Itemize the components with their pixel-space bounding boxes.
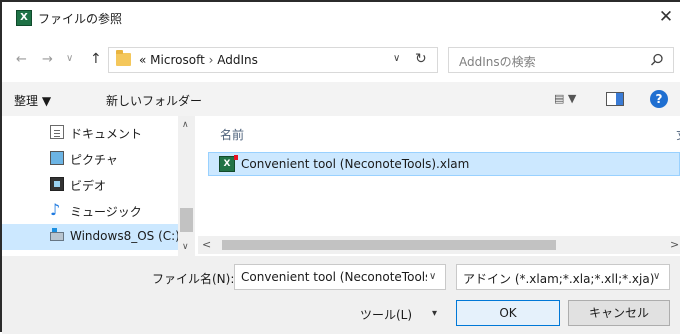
filename-label: ファイル名(N): <box>152 272 235 286</box>
refresh-icon: ↻ <box>415 51 427 67</box>
excel-app-icon: X <box>16 10 32 26</box>
file-browse-dialog: X ファイルの参照 ✕ ← → ∨ ↑ « Microsoft › AddIns… <box>0 0 680 334</box>
address-dropdown-button[interactable]: ∨ <box>393 53 400 64</box>
chevron-left-icon: < <box>202 238 212 251</box>
back-button[interactable]: ← <box>16 52 27 67</box>
sidebar-item-videos[interactable]: ビデオ <box>2 172 178 198</box>
videos-icon <box>50 177 64 191</box>
file-row[interactable]: X Convenient tool (NeconoteTools).xlam <box>208 152 680 176</box>
filename-combobox[interactable]: Convenient tool (NeconoteTools).xlam ∨ <box>234 264 446 290</box>
up-folder-button[interactable]: ↑ <box>90 51 102 67</box>
horizontal-scroll-thumb[interactable] <box>222 240 556 250</box>
chevron-down-icon: ∨ <box>429 271 437 282</box>
organize-button[interactable]: 整理 ▼ <box>14 92 51 109</box>
chevron-right-icon: > <box>670 238 680 251</box>
chevron-down-icon: ∨ <box>393 53 401 64</box>
filename-input[interactable]: Convenient tool (NeconoteTools).xlam <box>241 270 427 284</box>
sidebar-item-music[interactable]: ♪ ミュージック <box>2 198 178 224</box>
filetype-select[interactable]: アドイン (*.xlam;*.xla;*.xll;*.xja) ∨ <box>456 264 670 290</box>
scroll-left-button[interactable]: < <box>202 238 211 251</box>
sidebar-item-label: ピクチャ <box>70 153 118 167</box>
filetype-dropdown-button[interactable]: ∨ <box>653 271 660 282</box>
arrow-right-icon: → <box>42 52 53 67</box>
search-input[interactable]: AddInsの検索 <box>459 53 536 70</box>
breadcrumb-overflow[interactable]: « <box>139 53 146 67</box>
chevron-down-icon: ∨ <box>182 242 189 252</box>
scroll-up-button[interactable]: ∧ <box>182 120 189 130</box>
address-bar[interactable]: « Microsoft › AddIns ∨ ↻ <box>108 47 438 73</box>
filename-dropdown-button[interactable]: ∨ <box>429 271 436 282</box>
cancel-button[interactable]: キャンセル <box>568 300 670 326</box>
tools-button[interactable]: ツール(L) <box>360 306 412 323</box>
close-icon: ✕ <box>658 7 674 27</box>
navigation-scrollbar[interactable] <box>178 116 195 256</box>
music-icon: ♪ <box>50 200 61 219</box>
help-button[interactable]: ? <box>650 90 668 108</box>
breadcrumb-addins[interactable]: AddIns <box>217 53 258 67</box>
command-bar: 整理 ▼ 新しいフォルダー ▤ ▼ ? <box>2 82 680 116</box>
document-icon <box>50 125 64 139</box>
title-bar: X ファイルの参照 ✕ <box>2 2 680 32</box>
sidebar-item-label: ミュージック <box>70 205 142 219</box>
chevron-up-icon: ∧ <box>182 120 189 130</box>
column-header-next[interactable]: 丈 <box>676 126 680 143</box>
folder-icon <box>116 50 131 66</box>
close-button[interactable]: ✕ <box>652 5 680 29</box>
sidebar-item-pictures[interactable]: ピクチャ <box>2 146 178 172</box>
sidebar-item-label: Windows8_OS (C:) <box>70 229 180 243</box>
forward-button[interactable]: → <box>42 52 53 67</box>
window-title: ファイルの参照 <box>38 12 123 26</box>
chevron-down-icon: ∨ <box>653 271 661 282</box>
change-view-button[interactable]: ▤ ▼ <box>554 92 576 105</box>
search-box[interactable]: AddInsの検索 <box>448 47 674 73</box>
sidebar-item-label: ビデオ <box>70 179 107 193</box>
preview-pane-button[interactable] <box>606 92 624 106</box>
arrow-up-icon: ↑ <box>90 51 102 67</box>
breadcrumb-separator: › <box>208 53 214 67</box>
breadcrumb: « Microsoft › AddIns <box>139 53 258 67</box>
pictures-icon <box>50 151 64 165</box>
refresh-button[interactable]: ↻ <box>415 51 427 67</box>
breadcrumb-microsoft[interactable]: Microsoft <box>150 53 205 67</box>
scroll-down-button[interactable]: ∨ <box>182 242 189 252</box>
new-folder-button[interactable]: 新しいフォルダー <box>106 92 202 109</box>
scroll-right-button[interactable]: > <box>670 238 679 251</box>
tools-dropdown-button[interactable]: ▾ <box>432 308 437 319</box>
excel-addin-icon: X <box>219 155 238 172</box>
search-icon <box>651 53 663 66</box>
arrow-left-icon: ← <box>16 52 27 67</box>
chevron-down-icon: ∨ <box>66 53 74 64</box>
column-header-name[interactable]: 名前 <box>220 126 244 143</box>
caret-down-icon: ▾ <box>432 308 438 319</box>
navigation-scroll-thumb[interactable] <box>180 208 193 232</box>
sidebar-item-label: ドキュメント <box>70 127 143 141</box>
drive-icon <box>50 228 64 241</box>
navigation-pane: ドキュメント ピクチャ ビデオ ♪ ミュージック Windows8_OS (C:… <box>2 116 198 256</box>
filetype-value: アドイン (*.xlam;*.xla;*.xll;*.xja) <box>463 272 655 286</box>
sidebar-item-drive-c[interactable]: Windows8_OS (C:) <box>2 224 180 250</box>
file-name: Convenient tool (NeconoteTools).xlam <box>241 157 470 171</box>
sidebar-item-documents[interactable]: ドキュメント <box>2 120 178 146</box>
recent-locations-button[interactable]: ∨ <box>66 53 73 64</box>
ok-button[interactable]: OK <box>456 300 560 326</box>
